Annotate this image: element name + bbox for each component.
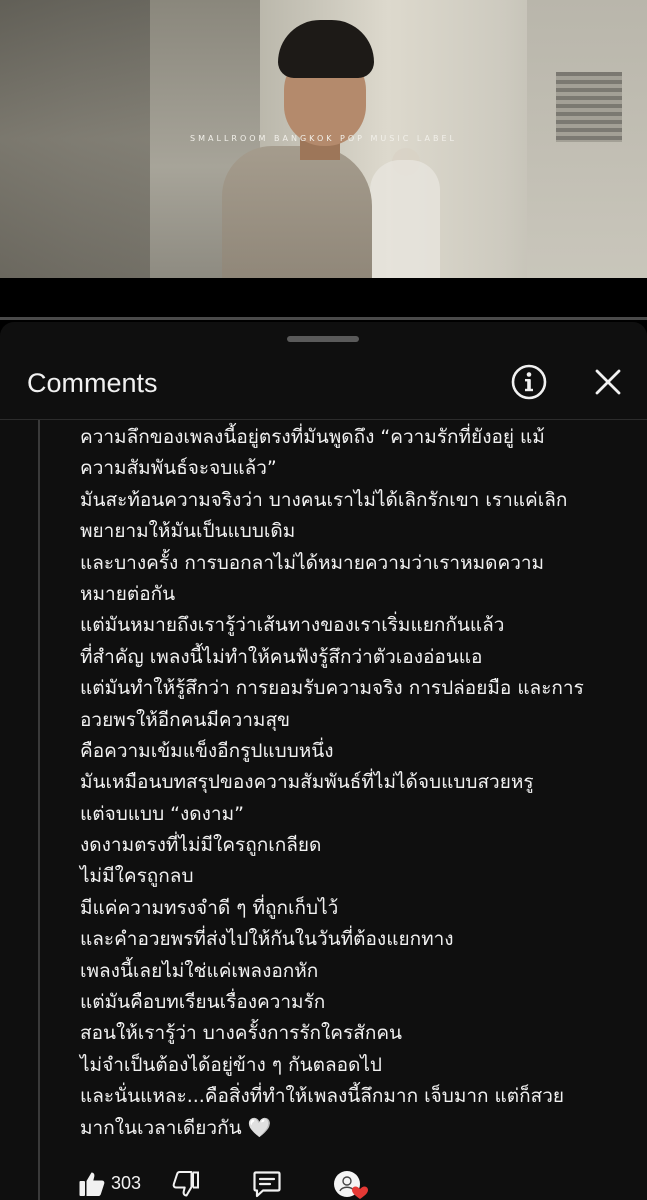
comment-line: แต่จบแบบ “งดงาม” [80, 802, 244, 825]
comment-line: แต่มันคือบทเรียนเรื่องความรัก [80, 991, 326, 1014]
comment-line: และนั่นแหละ...คือสิ่งที่ทำให้เพลงนี้ลึกม… [80, 1085, 565, 1108]
video-frame-background-person [370, 160, 440, 278]
comment-line: แต่มันทำให้รู้สึกว่า การยอมรับความจริง ก… [80, 677, 584, 700]
comment-line: ความลึกของเพลงนี้อยู่ตรงที่มันพูดถึง “คว… [80, 426, 545, 448]
header-divider [0, 419, 647, 420]
comment-line: อวยพรให้อีกคนมีความสุข [80, 708, 291, 731]
info-icon[interactable] [509, 362, 549, 402]
comments-sheet: Comments ความลึกของเพลงนี้อยู่ตรงที่มันพ… [0, 322, 647, 1200]
comment-line: มันสะท้อนความจริงว่า บางคนเราไม่ได้เลิกร… [80, 488, 568, 511]
comment-line: คือความเข้มแข็งอีกรูปแบบหนึ่ง [80, 739, 334, 762]
video-progress-bar[interactable] [0, 317, 647, 320]
comment-line: มากในเวลาเดียวกัน 🤍 [80, 1116, 272, 1139]
comment-line: ไม่จำเป็นต้องได้อยู่ข้าง ๆ กันตลอดไป [80, 1053, 382, 1076]
video-frame-vent [556, 72, 622, 142]
like-count: 303 [111, 1173, 142, 1193]
comment-line: สอนให้เรารู้ว่า บางครั้งการรักใครสักคน [80, 1022, 403, 1045]
video-watermark: SMALLROOM BANGKOK POP MUSIC LABEL [190, 134, 457, 143]
reply-icon[interactable] [252, 1170, 282, 1198]
comment-line: และคำอวยพรที่ส่งไปให้กันในวันที่ต้องแยกท… [80, 928, 454, 951]
comment-line: และบางครั้ง การบอกลาไม่ได้หมายความว่าเรา… [80, 551, 545, 574]
comment-line: แต่มันหมายถึงเรารู้ว่าเส้นทางของเราเริ่ม… [80, 614, 505, 637]
drag-handle[interactable] [287, 336, 359, 342]
video-frame-person [222, 20, 374, 278]
comment-line: พยายามให้มันเป็นแบบเดิม [80, 520, 296, 543]
comment-line: งดงามตรงที่ไม่มีใครถูกเกลียด [80, 834, 322, 857]
thumbs-up-icon[interactable] [78, 1170, 106, 1198]
reply-thread-line [38, 420, 40, 1200]
close-icon[interactable] [588, 362, 628, 402]
thumbs-down-icon[interactable] [172, 1170, 200, 1198]
video-player[interactable]: SMALLROOM BANGKOK POP MUSIC LABEL [0, 0, 647, 278]
comment-actions: 303 [0, 1170, 647, 1200]
comment-line: ที่สำคัญ เพลงนี้ไม่ทำให้คนฟังรู้สึกว่าตั… [80, 645, 483, 668]
comments-header: Comments [0, 354, 647, 418]
comment-line: หมายต่อกัน [80, 582, 176, 605]
comment-text: ความลึกของเพลงนี้อยู่ตรงที่มันพูดถึง “คว… [80, 422, 625, 1144]
comment-line: มันเหมือนบทสรุปของความสัมพันธ์ที่ไม่ได้จ… [80, 771, 534, 794]
comment-line: ไม่มีใครถูกลบ [80, 865, 194, 888]
creator-heart-icon [333, 1170, 369, 1200]
comment-line: เพลงนี้เลยไม่ใช่แค่เพลงอกหัก [80, 959, 319, 982]
comments-title: Comments [27, 368, 158, 398]
comment-line: ความสัมพันธ์จะจบแล้ว” [80, 457, 277, 480]
screen: SMALLROOM BANGKOK POP MUSIC LABEL Commen… [0, 0, 647, 1200]
comment-line: มีแค่ความทรงจำดี ๆ ที่ถูกเก็บไว้ [80, 896, 339, 919]
